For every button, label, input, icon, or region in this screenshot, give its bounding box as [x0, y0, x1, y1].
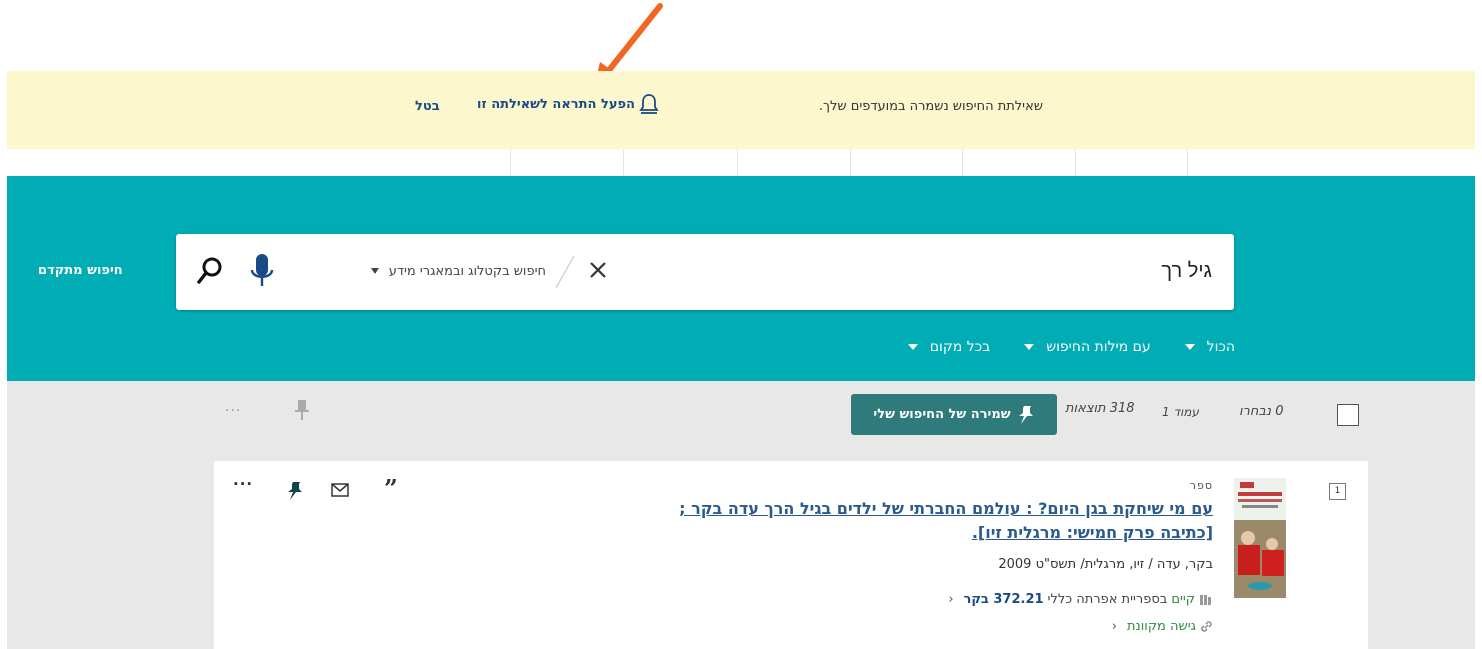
caret-down-icon: [1184, 344, 1195, 350]
search-scope-select[interactable]: חיפוש בקטלוג ובמאגרי מידע: [304, 260, 546, 282]
strip-divider: [850, 149, 851, 176]
close-icon[interactable]: [586, 258, 610, 282]
search-icon[interactable]: [196, 256, 224, 286]
results-area: 0 נבחרו עמוד 1 318 תוצאות שמירה של החיפו…: [7, 381, 1475, 649]
availability-status: קיים: [1171, 592, 1195, 607]
search-filters: הכול עם מילות החיפוש בכל מקום: [907, 339, 1235, 355]
search-input[interactable]: [612, 260, 1212, 283]
enable-alert-label: הפעל התראה לשאילתה זו: [477, 96, 635, 112]
caret-down-icon: [370, 268, 379, 274]
call-number: 372.21 בקר: [963, 592, 1044, 607]
page-indicator: עמוד 1: [1162, 405, 1199, 419]
filter-label: בכל מקום: [929, 339, 991, 355]
select-all-checkbox[interactable]: [1337, 404, 1359, 426]
divider-strip: [7, 149, 1475, 176]
search-section: חיפוש בקטלוג ובמאגרי מידע חיפוש מתקדם הכ…: [7, 176, 1475, 381]
more-options-button[interactable]: ···: [225, 403, 241, 419]
email-icon[interactable]: [331, 483, 349, 497]
filter-resource-type[interactable]: הכול: [1184, 339, 1235, 355]
filter-match-type[interactable]: עם מילות החיפוש: [1024, 339, 1151, 355]
link-icon: [1201, 621, 1212, 632]
save-search-button[interactable]: שמירה של החיפוש שלי: [851, 394, 1057, 435]
pin-icon: [1018, 405, 1033, 424]
notification-message: שאילתת החיפוש נשמרה במועדפים שלך.: [818, 99, 1043, 114]
saved-query-notification: שאילתת החיפוש נשמרה במועדפים שלך. הפעל ה…: [7, 71, 1475, 149]
citation-icon[interactable]: ”: [384, 474, 398, 503]
strip-divider: [1075, 149, 1076, 176]
enable-alert-button[interactable]: הפעל התראה לשאילתה זו: [477, 93, 659, 115]
selected-count: 0 נבחרו: [1239, 404, 1284, 419]
advanced-search-link[interactable]: חיפוש מתקדם: [38, 263, 123, 278]
more-actions-button[interactable]: ···: [233, 475, 253, 493]
online-access-link[interactable]: גישה מקוונת ‹: [1112, 619, 1213, 634]
strip-divider: [962, 149, 963, 176]
result-title-link[interactable]: עם מי שיחקת בגן היום? : עולמם החברתי של …: [653, 497, 1213, 545]
pin-icon[interactable]: [287, 481, 303, 503]
book-cover-thumbnail[interactable]: [1234, 478, 1286, 598]
availability-location: בספריית אפרתה כללי: [1047, 592, 1168, 607]
strip-divider: [510, 149, 511, 176]
availability-link[interactable]: קיים בספריית אפרתה כללי 372.21 בקר ‹: [948, 592, 1213, 607]
cancel-button[interactable]: בטל: [415, 99, 440, 114]
chevron-left-icon: ‹: [1111, 619, 1117, 634]
microphone-icon[interactable]: [250, 252, 274, 290]
page: שאילתת החיפוש נשמרה במועדפים שלך. הפעל ה…: [0, 0, 1482, 649]
separator: [555, 255, 575, 289]
search-scope-label: חיפוש בקטלוג ובמאגרי מידע: [388, 263, 546, 279]
results-count: 318 תוצאות: [1065, 401, 1135, 416]
filter-label: עם מילות החיפוש: [1046, 339, 1151, 355]
strip-divider: [1187, 149, 1188, 176]
strip-divider: [737, 149, 738, 176]
save-search-label: שמירה של החיפוש שלי: [873, 407, 1011, 422]
caret-down-icon: [907, 344, 918, 350]
strip-divider: [623, 149, 624, 176]
filter-field[interactable]: בכל מקום: [907, 339, 991, 355]
search-box: חיפוש בקטלוג ובמאגרי מידע: [176, 234, 1234, 310]
resource-type: ספר: [1189, 479, 1213, 492]
result-authors: בקר, עדה / זיו, מרגלית/ תשס"ט 2009: [998, 557, 1213, 572]
caret-down-icon: [1024, 344, 1035, 350]
library-icon: [1200, 594, 1211, 605]
pin-icon[interactable]: [294, 398, 310, 422]
filter-label: הכול: [1206, 339, 1235, 355]
chevron-left-icon: ‹: [948, 592, 954, 607]
bell-icon: [639, 94, 659, 114]
online-access-label: גישה מקוונת: [1127, 619, 1196, 634]
result-card: 1 ספר עם מי שיחקת בגן היום? : עולמם החבר…: [214, 461, 1368, 649]
result-rank: 1: [1329, 483, 1346, 500]
